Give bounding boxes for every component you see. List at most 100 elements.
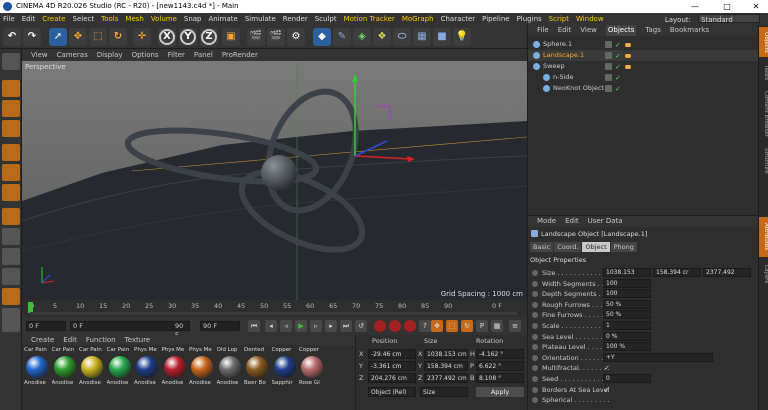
animate-radio-icon[interactable] — [532, 365, 538, 372]
menu-simulate[interactable]: Simulate — [245, 13, 276, 25]
snap-icon[interactable] — [2, 248, 20, 265]
visibility-toggle[interactable] — [605, 63, 612, 70]
scale-icon[interactable]: ⬚ — [89, 28, 107, 46]
property-checkbox[interactable]: ✓ — [604, 363, 610, 373]
animate-radio-icon[interactable] — [532, 301, 538, 308]
property-field[interactable]: 158.394 cr — [653, 268, 701, 277]
viewport-menu-options[interactable]: Options — [132, 49, 159, 61]
workplane-lock-icon[interactable] — [2, 268, 20, 285]
texture-mode-icon[interactable] — [2, 100, 20, 117]
next-key-icon[interactable]: ▸ — [325, 320, 337, 332]
property-field[interactable]: 1038.153 — [603, 268, 651, 277]
menu-edit[interactable]: Edit — [22, 13, 36, 25]
light-icon[interactable]: 💡 — [453, 28, 471, 46]
rotation-key-icon[interactable]: ↻ — [461, 320, 473, 332]
object-row[interactable]: Sweep ✓ — [528, 61, 759, 72]
side-tab-content-browser[interactable]: Content Browser — [759, 89, 768, 139]
viewport-menu-view[interactable]: View — [31, 49, 48, 61]
render-view-icon[interactable]: 🎬 — [247, 28, 265, 46]
material-swatch[interactable]: Car Pain Anodise — [107, 347, 133, 407]
material-menu-create[interactable]: Create — [31, 335, 54, 345]
enabled-check-icon[interactable]: ✓ — [615, 84, 621, 95]
animate-radio-icon[interactable] — [532, 270, 538, 276]
solo-icon[interactable] — [2, 288, 20, 305]
animate-radio-icon[interactable] — [532, 291, 538, 298]
menu-file[interactable]: File — [3, 13, 15, 25]
property-field[interactable]: 50 % — [603, 310, 651, 320]
record-active-icon[interactable] — [374, 320, 386, 332]
attr-tab-coord[interactable]: Coord. — [554, 242, 582, 252]
array-icon[interactable]: ❖ — [373, 28, 391, 46]
animate-radio-icon[interactable] — [532, 323, 538, 329]
goto-end-icon[interactable]: ⏭ — [340, 320, 352, 332]
animate-radio-icon[interactable] — [532, 386, 538, 393]
attribute-menu-mode[interactable]: Mode — [537, 216, 556, 227]
autokey-icon[interactable] — [389, 320, 401, 332]
3d-viewport[interactable]: Perspective Grid Spacing : 1000 cm — [22, 61, 527, 300]
visibility-toggle[interactable] — [605, 85, 612, 92]
param-key-icon[interactable]: P — [476, 320, 488, 332]
live-selection-icon[interactable]: ➚ — [49, 28, 67, 46]
menu-create[interactable]: Create — [42, 13, 65, 25]
property-field[interactable]: 1 — [603, 321, 651, 330]
tag-icon[interactable] — [625, 65, 631, 69]
material-swatch[interactable]: Car Pain Anodise — [79, 347, 105, 407]
menu-mesh[interactable]: Mesh — [125, 13, 143, 25]
property-field[interactable]: 2377.492 — [703, 268, 751, 277]
viewport-menu-filter[interactable]: Filter — [168, 49, 185, 61]
menu-character[interactable]: Character — [441, 13, 476, 25]
keyframe-selection-icon[interactable] — [404, 320, 416, 332]
coordinate-mode-dropdown[interactable]: Object (Rel) — [368, 387, 416, 397]
render-settings-icon[interactable]: ⚙ — [287, 28, 305, 46]
z-axis-lock-button[interactable]: Z — [200, 28, 218, 46]
rotation-field[interactable]: -4.162 ° — [476, 349, 524, 359]
menu-render[interactable]: Render — [283, 13, 308, 25]
subdivision-icon[interactable]: ◈ — [353, 28, 371, 46]
menu-snap[interactable]: Snap — [184, 13, 202, 25]
object-row[interactable]: NeoKnot Object ✓ — [528, 83, 759, 94]
animate-radio-icon[interactable] — [532, 354, 538, 361]
layout-dropdown[interactable]: Standard — [698, 14, 760, 24]
size-mode-dropdown[interactable]: Size — [420, 387, 468, 397]
visibility-toggle[interactable] — [605, 74, 612, 81]
tag-icon[interactable] — [625, 54, 631, 58]
material-swatch[interactable]: Car Pain Anodise — [24, 347, 50, 407]
property-field[interactable]: 50 % — [603, 299, 651, 309]
sphere-object[interactable] — [261, 155, 297, 191]
rotation-field[interactable]: 8.108 ° — [476, 373, 524, 383]
material-swatch[interactable]: Old Lop Anodise — [217, 347, 243, 407]
prev-frame-icon[interactable]: ◃ — [280, 320, 292, 332]
attribute-menu-user-data[interactable]: User Data — [588, 216, 623, 227]
material-swatch[interactable]: Copper Sapphir — [272, 347, 298, 407]
current-frame-field[interactable]: 0 F — [26, 321, 66, 331]
side-tab-attributes[interactable]: Attributes — [759, 217, 768, 257]
size-field[interactable]: 1038.153 cm — [424, 349, 468, 359]
cube-icon[interactable]: ◆ — [313, 28, 331, 46]
next-frame-icon[interactable]: ▹ — [310, 320, 322, 332]
points-mode-icon[interactable] — [2, 144, 20, 161]
material-swatch[interactable]: Car Pain Anodise — [52, 347, 78, 407]
pla-key-icon[interactable]: ▦ — [491, 320, 503, 332]
side-tab-layers[interactable]: Layers — [759, 259, 768, 289]
coordinate-system-icon[interactable]: ▣ — [222, 28, 240, 46]
model-mode-icon[interactable] — [2, 80, 20, 97]
edges-mode-icon[interactable] — [2, 164, 20, 181]
object-menu-objects[interactable]: Objects — [605, 25, 637, 36]
animate-radio-icon[interactable] — [532, 376, 538, 382]
camera-label[interactable]: Perspective — [25, 63, 66, 71]
menu-sculpt[interactable]: Sculpt — [315, 13, 337, 25]
menu-mograph[interactable]: MoGraph — [402, 13, 434, 25]
object-menu-file[interactable]: File — [537, 25, 549, 36]
apply-button[interactable]: Apply — [476, 387, 524, 397]
position-field[interactable]: -3.361 cm — [368, 361, 416, 371]
position-key-icon[interactable]: ✥ — [431, 320, 443, 332]
polygons-mode-icon[interactable] — [2, 184, 20, 201]
object-row[interactable]: Sphere.1 ✓ — [528, 39, 759, 50]
menu-script[interactable]: Script — [549, 13, 569, 25]
menu-motion-tracker[interactable]: Motion Tracker — [344, 13, 395, 25]
menu-window[interactable]: Window — [576, 13, 604, 25]
side-tab-structure[interactable]: Structure — [759, 141, 768, 181]
material-swatch[interactable]: Phys Me Anodise — [134, 347, 160, 407]
menu-pipeline[interactable]: Pipeline — [482, 13, 509, 25]
viewport-menu-display[interactable]: Display — [97, 49, 123, 61]
